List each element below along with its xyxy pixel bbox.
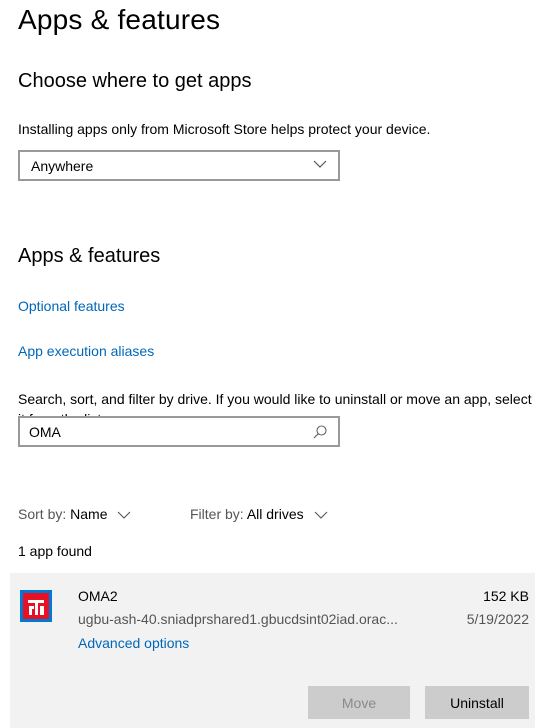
filter-value: All drives [246, 506, 304, 522]
optional-features-link[interactable]: Optional features [18, 298, 125, 314]
move-button[interactable]: Move [308, 686, 410, 719]
filter-dropdown[interactable]: Filter by: All drives [190, 506, 328, 522]
app-source-dropdown[interactable]: Anywhere [18, 150, 340, 181]
app-search-box[interactable] [18, 416, 340, 447]
app-publisher: ugbu-ash-40.sniadprshared1.gbucdsint02ia… [78, 611, 398, 627]
app-count: 1 app found [18, 543, 92, 559]
search-icon[interactable] [312, 424, 328, 440]
chevron-down-icon [314, 511, 327, 520]
app-search-input[interactable] [29, 423, 299, 441]
page-title: Apps & features [18, 4, 221, 35]
app-execution-aliases-link[interactable]: App execution aliases [18, 343, 154, 359]
apps-features-heading: Apps & features [18, 245, 161, 267]
filter-label: Filter by: [190, 506, 244, 522]
sort-label: Sort by: [18, 506, 67, 522]
advanced-options-link[interactable]: Advanced options [78, 635, 189, 651]
choose-apps-heading: Choose where to get apps [18, 70, 252, 92]
app-icon [20, 590, 52, 622]
uninstall-button[interactable]: Uninstall [425, 686, 529, 719]
sort-dropdown[interactable]: Sort by: Name [18, 506, 131, 522]
app-size: 152 KB [483, 588, 529, 604]
app-source-value: Anywhere [31, 158, 94, 174]
choose-apps-description: Installing apps only from Microsoft Stor… [18, 121, 431, 137]
app-install-date: 5/19/2022 [466, 611, 529, 627]
sort-value: Name [70, 506, 108, 522]
chevron-down-icon [118, 511, 131, 520]
chevron-down-icon [313, 160, 327, 168]
app-name: OMA2 [78, 588, 118, 604]
app-list-item[interactable]: OMA2 ugbu-ash-40.sniadprshared1.gbucdsin… [10, 573, 535, 728]
